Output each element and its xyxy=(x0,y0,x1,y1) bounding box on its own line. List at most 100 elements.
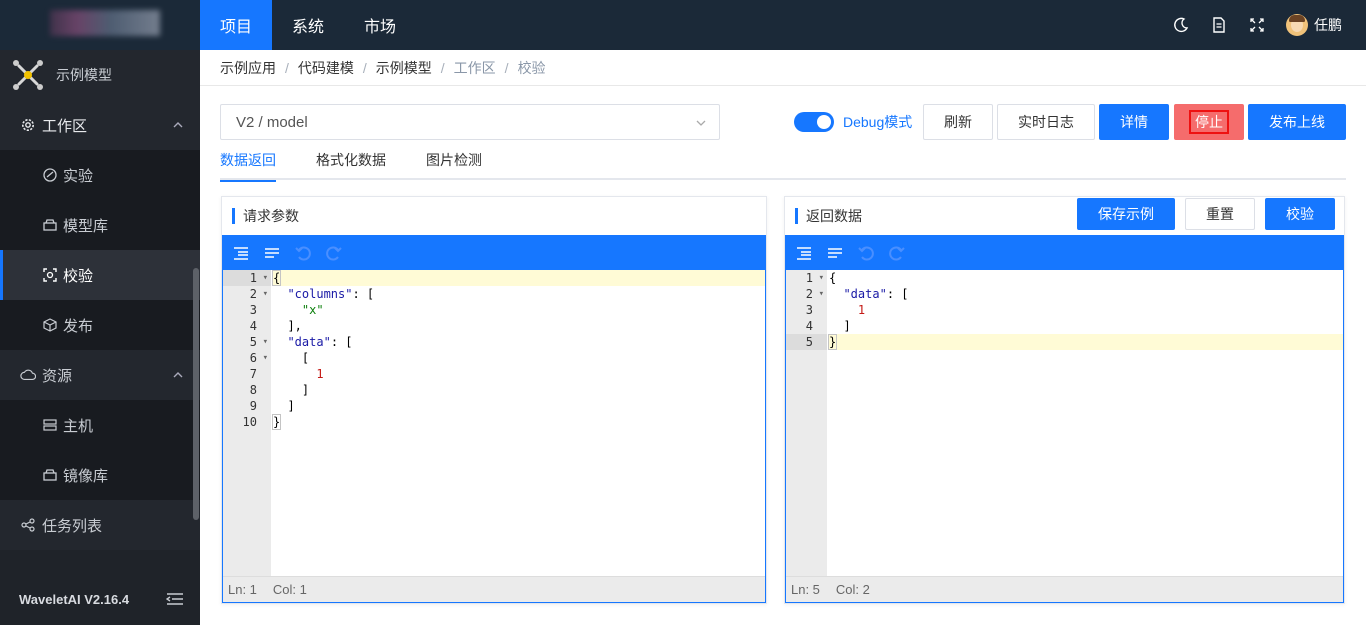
app-selector[interactable]: 示例模型 xyxy=(0,50,200,100)
tab-image-detection[interactable]: 图片检测 xyxy=(426,150,482,180)
code-line: } xyxy=(271,414,282,430)
code-area[interactable]: { "data": [ 1 ] } xyxy=(827,270,1343,576)
code-line: "x" xyxy=(301,303,324,317)
cube-icon xyxy=(42,317,58,333)
sidebar-scrollbar[interactable] xyxy=(193,268,199,520)
redo-icon[interactable] xyxy=(324,243,344,263)
panel-title: 请求参数 xyxy=(232,208,299,224)
debug-label: Debug模式 xyxy=(843,114,913,130)
nav-market[interactable]: 市场 xyxy=(344,0,416,50)
format-icon[interactable] xyxy=(231,243,251,263)
debug-toggle[interactable]: Debug模式 xyxy=(794,112,912,132)
editor-body[interactable]: 1 2 3 4 5 6 7 8 9 10 { "columns": [ "x" … xyxy=(223,270,765,576)
publish-online-button[interactable]: 发布上线 xyxy=(1248,104,1346,140)
sidebar-item-host[interactable]: 主机 xyxy=(0,400,200,450)
refresh-button[interactable]: 刷新 xyxy=(923,104,993,140)
sidebar-group-label: 工作区 xyxy=(42,117,88,135)
sidebar-item-task-list[interactable]: 任务列表 xyxy=(0,500,200,550)
sidebar-item-label: 发布 xyxy=(63,317,94,335)
sidebar-group-label: 资源 xyxy=(42,367,73,385)
breadcrumb-item[interactable]: 示例模型 xyxy=(376,58,432,78)
sidebar-item-validate[interactable]: 校验 xyxy=(0,250,200,300)
brand-logo xyxy=(0,0,200,50)
tab-data-return[interactable]: 数据返回 xyxy=(220,150,276,182)
redo-icon[interactable] xyxy=(887,243,907,263)
panel-header: 返回数据 保存示例 重置 校验 xyxy=(785,197,1344,235)
stop-button[interactable]: 停止 xyxy=(1174,104,1244,140)
nav-system[interactable]: 系统 xyxy=(272,0,344,50)
sidebar-item-label: 镜像库 xyxy=(63,467,109,485)
experiment-icon xyxy=(42,167,58,183)
fullscreen-icon[interactable] xyxy=(1248,16,1266,34)
result-tabs: 数据返回 格式化数据 图片检测 xyxy=(220,150,1346,182)
breadcrumb-item[interactable]: 代码建模 xyxy=(298,58,354,78)
user-menu[interactable]: 任鹏 xyxy=(1286,14,1342,36)
code-area[interactable]: { "columns": [ "x" ], "data": [ [ 1 ] ] … xyxy=(271,270,765,576)
panel-header: 请求参数 xyxy=(222,197,766,235)
line-number: 4 xyxy=(805,319,813,333)
nav-projects[interactable]: 项目 xyxy=(200,0,273,50)
model-version-select[interactable]: V2 / model xyxy=(220,104,720,140)
breadcrumb-separator: / xyxy=(362,59,367,76)
line-number: 9 xyxy=(249,399,257,413)
realtime-log-button[interactable]: 实时日志 xyxy=(997,104,1095,140)
breadcrumb-item: 工作区 xyxy=(453,59,496,76)
line-number: 2 xyxy=(786,286,827,302)
sidebar-group-label: 任务列表 xyxy=(42,517,103,535)
breadcrumb-separator: / xyxy=(285,59,289,76)
cursor-column: Col: 1 xyxy=(272,582,307,597)
request-panel: 请求参数 1 2 3 4 5 6 7 8 9 10 { "col xyxy=(221,196,767,604)
tab-formatted-data[interactable]: 格式化数据 xyxy=(316,150,386,180)
undo-icon[interactable] xyxy=(856,243,876,263)
sidebar-item-model-library[interactable]: 模型库 xyxy=(0,200,200,250)
document-icon[interactable] xyxy=(1210,16,1228,34)
chevron-up-icon xyxy=(173,122,183,128)
sidebar-footer: WaveletAI V2.16.4 xyxy=(0,573,200,625)
editor-status-bar: Ln: 5 Col: 2 xyxy=(786,576,1343,602)
save-example-button[interactable]: 保存示例 xyxy=(1077,198,1175,230)
sidebar-item-label: 实验 xyxy=(63,167,94,185)
line-gutter: 1 2 3 4 5 xyxy=(786,270,827,576)
top-actions: 任鹏 xyxy=(1152,0,1366,50)
code-line: ] xyxy=(273,383,310,397)
model-version-value: V2 / model xyxy=(236,113,308,131)
compact-icon[interactable] xyxy=(262,243,282,263)
cursor-line: Ln: 5 xyxy=(791,582,820,597)
sidebar-group-workspace[interactable]: 工作区 xyxy=(0,100,200,150)
moon-icon[interactable] xyxy=(1172,16,1190,34)
code-line: { xyxy=(829,271,837,285)
code-line: 1 xyxy=(316,367,324,381)
debug-switch[interactable] xyxy=(794,112,834,132)
editor-toolbar xyxy=(223,236,765,270)
editor-toolbar xyxy=(786,236,1343,270)
sidebar-item-publish[interactable]: 发布 xyxy=(0,300,200,350)
sidebar-item-image-library[interactable]: 镜像库 xyxy=(0,450,200,500)
request-editor[interactable]: 1 2 3 4 5 6 7 8 9 10 { "columns": [ "x" … xyxy=(222,235,766,603)
code-line: { xyxy=(271,270,765,286)
compact-icon[interactable] xyxy=(825,243,845,263)
format-icon[interactable] xyxy=(794,243,814,263)
code-line: "columns": [ xyxy=(287,287,375,301)
code-line: ] xyxy=(273,399,295,413)
app-logo-icon xyxy=(10,57,46,93)
detail-button[interactable]: 详情 xyxy=(1099,104,1169,140)
collapse-menu-icon[interactable] xyxy=(166,591,184,607)
validate-button[interactable]: 校验 xyxy=(1265,198,1335,230)
cloud-icon xyxy=(20,367,36,383)
sidebar-group-resources[interactable]: 资源 xyxy=(0,350,200,400)
code-line: } xyxy=(827,334,1343,350)
reset-button[interactable]: 重置 xyxy=(1185,198,1255,230)
archive-icon xyxy=(42,217,58,233)
sidebar-item-experiment[interactable]: 实验 xyxy=(0,150,200,200)
avatar xyxy=(1286,14,1308,36)
editor-body[interactable]: 1 2 3 4 5 { "data": [ 1 ] } xyxy=(786,270,1343,576)
stop-button-label: 停止 xyxy=(1189,110,1229,134)
user-name: 任鹏 xyxy=(1314,17,1342,33)
line-number: 5 xyxy=(786,334,827,350)
response-editor[interactable]: 1 2 3 4 5 { "data": [ 1 ] } Ln: 5 Col: 2 xyxy=(785,235,1344,603)
breadcrumb-item[interactable]: 示例应用 xyxy=(220,58,276,78)
undo-icon[interactable] xyxy=(293,243,313,263)
response-panel: 返回数据 保存示例 重置 校验 1 2 3 4 5 { "data": [ 1 xyxy=(784,196,1345,604)
breadcrumb: 示例应用 / 代码建模 / 示例模型 / 工作区 / 校验 xyxy=(200,50,1366,86)
code-line: ], xyxy=(273,319,302,333)
